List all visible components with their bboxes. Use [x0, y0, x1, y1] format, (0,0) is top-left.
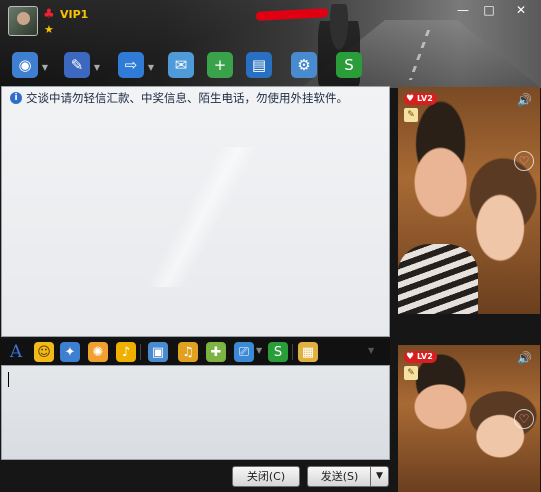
magic-face-icon[interactable]: ✦ [60, 342, 80, 362]
security-notice-text: 交谈中请勿轻信汇款、中奖信息、陌生电话，勿使用外挂软件。 [26, 91, 348, 105]
video-person-shirt [398, 244, 478, 314]
email-button[interactable]: ✉ [168, 52, 196, 80]
local-video-panel[interactable]: LV2 ✎ 🔊 ♡ [398, 345, 540, 492]
contact-card-icon: ▤ [246, 52, 272, 78]
contact-avatar[interactable] [8, 6, 38, 36]
video-call-button[interactable]: ◉ ▼ [12, 52, 48, 80]
input-toolbar: A ☺ ✦ ✺ ♪ ▣ ♫ ✚ ⎚ S ▦ ▼ ▼ [0, 339, 390, 365]
vip-label: VIP1 [60, 8, 89, 21]
music-icon[interactable]: ♫ [178, 342, 198, 362]
title-bar: ♣ VIP1 ★ — □ ✕ ◉ ▼ ✎ ▼ ⇨ ▼ ✉ + ▤ ⚙ S [0, 0, 541, 88]
video-call-icon: ◉ [12, 52, 38, 78]
status-penguin-icon: ♣ [43, 7, 55, 22]
file-transfer-icon: ⇨ [118, 52, 144, 78]
add-contact-button[interactable]: + [207, 52, 235, 80]
close-window-button[interactable]: ✕ [510, 2, 532, 18]
screenshot-icon[interactable]: ⎚ [234, 342, 254, 362]
user-card-icon[interactable]: ✎ [404, 366, 418, 380]
chevron-down-icon[interactable]: ▼ [148, 63, 154, 72]
level-badge: LV2 [404, 351, 437, 363]
send-button[interactable]: 发送(S) [307, 466, 371, 487]
minimize-button[interactable]: — [452, 2, 474, 18]
heart-icon[interactable]: ♡ [514, 409, 534, 429]
remote-video-panel[interactable]: LV2 ✎ 🔊 ♡ [398, 87, 540, 314]
gift-icon[interactable]: ✚ [206, 342, 226, 362]
speaker-icon[interactable]: 🔊 [517, 351, 532, 365]
level-badge: LV2 [404, 93, 437, 105]
voice-message-icon[interactable]: ♪ [116, 342, 136, 362]
chevron-down-icon[interactable]: ▼ [94, 63, 100, 72]
chevron-down-icon[interactable]: ▼ [42, 63, 48, 72]
settings-button[interactable]: ⚙ [291, 52, 319, 80]
chat-window: ♣ VIP1 ★ — □ ✕ ◉ ▼ ✎ ▼ ⇨ ▼ ✉ + ▤ ⚙ S i 交谈中请勿轻信汇款、中… [0, 0, 541, 492]
chat-history-icon[interactable]: ▦ [298, 342, 318, 362]
speaker-icon[interactable]: 🔊 [517, 93, 532, 107]
emoji-icon[interactable]: ☺ [34, 342, 54, 362]
shake-icon[interactable]: ✺ [88, 342, 108, 362]
voice-call-button[interactable]: ✎ ▼ [64, 52, 100, 80]
add-contact-icon: + [207, 52, 233, 78]
more-tools-chevron-icon[interactable]: ▼ [368, 346, 374, 355]
service-button[interactable]: S [336, 52, 364, 80]
text-caret [8, 372, 9, 387]
send-options-dropdown[interactable]: ▼ [370, 466, 389, 487]
voice-call-icon: ✎ [64, 52, 90, 78]
font-icon[interactable]: A [6, 342, 26, 362]
image-icon[interactable]: ▣ [148, 342, 168, 362]
close-button[interactable]: 关闭(C) [232, 466, 300, 487]
contact-card-button[interactable]: ▤ [246, 52, 274, 80]
toolbar-divider [140, 344, 141, 360]
level-star-icon: ★ [44, 23, 54, 36]
service-icon[interactable]: S [268, 342, 288, 362]
user-card-icon[interactable]: ✎ [404, 108, 418, 122]
maximize-button[interactable]: □ [478, 2, 500, 18]
message-input[interactable] [1, 365, 390, 460]
settings-icon: ⚙ [291, 52, 317, 78]
heart-icon[interactable]: ♡ [514, 151, 534, 171]
contact-name-redacted [255, 8, 329, 21]
chat-history-panel[interactable]: i 交谈中请勿轻信汇款、中奖信息、陌生电话，勿使用外挂软件。 [1, 86, 390, 337]
security-notice: i 交谈中请勿轻信汇款、中奖信息、陌生电话，勿使用外挂软件。 [10, 90, 348, 106]
chevron-down-icon[interactable]: ▼ [256, 346, 262, 355]
file-transfer-button[interactable]: ⇨ ▼ [118, 52, 154, 80]
service-icon: S [336, 52, 362, 78]
toolbar-divider [292, 344, 293, 360]
info-icon: i [10, 92, 22, 104]
email-icon: ✉ [168, 52, 194, 78]
